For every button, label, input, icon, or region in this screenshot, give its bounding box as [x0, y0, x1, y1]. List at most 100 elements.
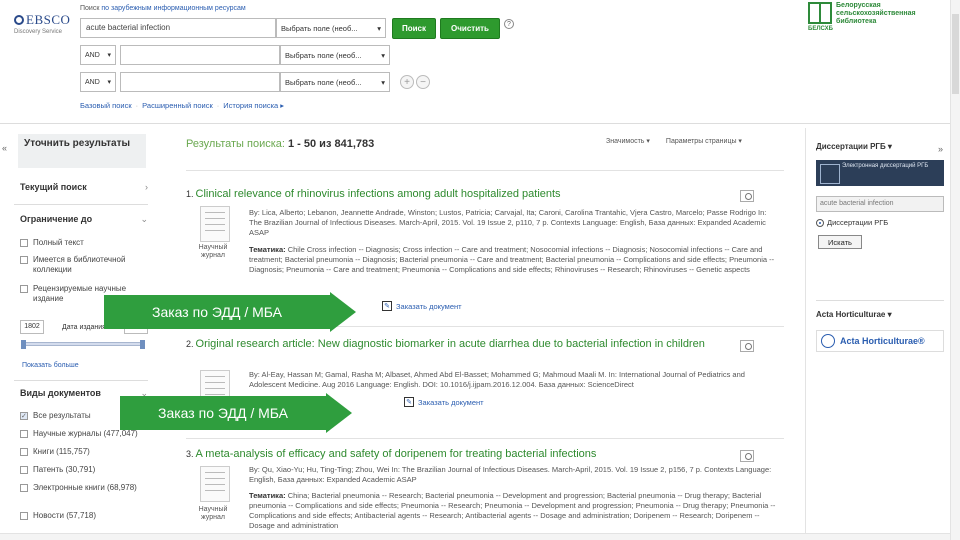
radio-button[interactable]: [816, 218, 824, 227]
relevance-sort-select[interactable]: Значимость ▾: [606, 137, 650, 145]
collapse-right-icon[interactable]: »: [938, 144, 943, 154]
rgb-dissertations-header[interactable]: Диссертации РГБ ▾: [816, 142, 944, 151]
checkbox[interactable]: [20, 256, 28, 264]
limiter-library-collection[interactable]: Имеется в библиотечной коллекции: [20, 255, 148, 275]
preview-icon[interactable]: [740, 340, 754, 352]
result-title[interactable]: 2. Original research article: New diagnos…: [186, 338, 786, 351]
ebsco-logo[interactable]: EBSCO Discovery Service: [14, 12, 74, 35]
rgb-banner[interactable]: Электронная диссертаций РГБ: [816, 160, 944, 186]
page-options-select[interactable]: Параметры страницы ▾: [666, 137, 742, 145]
acta-horticulturae-logo[interactable]: Acta Horticulturae®: [816, 330, 944, 352]
add-row-button[interactable]: +: [400, 75, 414, 89]
library-abbr: БЕЛСХБ: [808, 26, 833, 32]
result-title[interactable]: 3. A meta-analysis of efficacy and safety…: [186, 448, 786, 461]
source-label: Электронные книги (68,978): [33, 483, 137, 492]
search-caption-link[interactable]: по зарубежным информационным ресурсам: [101, 5, 245, 12]
checkbox[interactable]: [20, 239, 28, 247]
order-document-link-1[interactable]: ✎ Заказать документ: [382, 301, 462, 311]
publication-type: Научный журнал: [198, 506, 228, 521]
help-icon[interactable]: ?: [504, 19, 514, 29]
ebsco-tagline: Discovery Service: [14, 29, 63, 35]
search-button[interactable]: Поиск: [392, 17, 436, 39]
journal-thumbnail-icon: [200, 206, 230, 242]
source-patents[interactable]: Патенть (30,791): [20, 465, 148, 475]
basic-search-link[interactable]: Базовый поиск: [80, 101, 132, 110]
remove-row-button[interactable]: −: [416, 75, 430, 89]
preview-icon[interactable]: [740, 450, 754, 462]
radio-label: Диссертации РГБ: [827, 218, 889, 227]
date-label: Дата издания: [62, 323, 106, 331]
vertical-scrollbar[interactable]: [950, 0, 960, 540]
order-label: Заказать документ: [396, 301, 462, 311]
library-logo[interactable]: БЕЛСХБ Белорусская сельскохозяйственная …: [808, 2, 916, 32]
operator-select-3[interactable]: AND ▾: [80, 72, 116, 92]
order-document-link-2[interactable]: ✎ Заказать документ: [404, 397, 484, 407]
right-sidebar: Диссертации РГБ ▾ » Электронная диссерта…: [805, 128, 950, 540]
clear-button[interactable]: Очистить: [440, 17, 500, 39]
subjects-text[interactable]: China; Bacterial pneumonia -- Research; …: [249, 491, 775, 530]
checkbox[interactable]: [20, 512, 28, 520]
sort-options: Значимость ▾ Параметры страницы ▾: [606, 137, 742, 145]
arrow-right-icon: [330, 292, 356, 332]
search-caption-text: Поиск: [80, 5, 100, 12]
current-search-header[interactable]: Текущий поиск ›: [20, 182, 148, 192]
operator-select-2[interactable]: AND ▾: [80, 45, 116, 65]
slider-handle-end[interactable]: [140, 340, 145, 349]
field-select-3[interactable]: Выбрать поле (необ... ▾: [280, 72, 390, 92]
divider: [186, 170, 784, 171]
refine-results-title: Уточнить результаты: [18, 134, 146, 168]
source-news[interactable]: Новости (57,718): [20, 511, 148, 521]
operator-select-3-value: AND: [85, 78, 100, 86]
results-range: 1 - 50 из 841,783: [288, 138, 375, 150]
doc-types-label: Виды документов: [20, 388, 101, 398]
rgb-radio-option[interactable]: Диссертации РГБ: [816, 218, 888, 227]
collapse-left-icon[interactable]: «: [2, 143, 7, 153]
result-title-text[interactable]: Original research article: New diagnosti…: [196, 338, 705, 350]
arrow-right-icon: [326, 393, 352, 433]
checkbox[interactable]: [20, 285, 28, 293]
checkbox[interactable]: [20, 466, 28, 474]
subjects-label: Тематика:: [249, 491, 286, 500]
slider-handle-start[interactable]: [21, 340, 26, 349]
advanced-search-link[interactable]: Расширенный поиск: [142, 101, 213, 110]
preview-icon[interactable]: [740, 190, 754, 202]
limit-to-header[interactable]: Ограничение до ⌄: [20, 214, 148, 225]
source-label: Новости (57,718): [33, 511, 96, 520]
search-input-2[interactable]: [120, 45, 280, 65]
source-books[interactable]: Книги (115,757): [20, 447, 148, 457]
scrollbar-thumb[interactable]: [952, 14, 959, 94]
search-row-3: AND ▾ Выбрать поле (необ... ▾ + −: [80, 72, 430, 92]
chevron-down-icon: ⌄: [140, 214, 148, 224]
ebsco-wordmark: EBSCO: [26, 12, 71, 27]
date-range-slider[interactable]: [21, 340, 145, 349]
current-search-label: Текущий поиск: [20, 182, 87, 192]
result-item-3: 3. A meta-analysis of efficacy and safety…: [186, 448, 786, 530]
checkbox[interactable]: [20, 430, 28, 438]
source-ebooks[interactable]: Электронные книги (68,978): [20, 483, 148, 493]
search-input-3[interactable]: [120, 72, 280, 92]
subjects-text[interactable]: Chile Cross infection -- Diagnosis; Cros…: [249, 245, 774, 274]
result-title[interactable]: 1. Clinical relevance of rhinovirus infec…: [186, 188, 786, 201]
checkbox[interactable]: [20, 448, 28, 456]
source-label: Все результаты: [33, 411, 91, 420]
checkbox[interactable]: [20, 412, 28, 420]
divider: [14, 380, 148, 381]
show-more-link[interactable]: Показать больше: [22, 362, 79, 369]
field-select-2[interactable]: Выбрать поле (необ... ▾: [280, 45, 390, 65]
acta-header[interactable]: Acta Horticulturae ▾: [816, 310, 944, 319]
rgb-search-button[interactable]: Искать: [818, 235, 862, 249]
source-label: Книги (115,757): [33, 447, 90, 456]
horizontal-scrollbar[interactable]: [0, 533, 950, 540]
date-from-input[interactable]: 1802: [20, 320, 44, 334]
limiter-fulltext[interactable]: Полный текст: [20, 238, 148, 248]
result-title-text[interactable]: A meta-analysis of efficacy and safety o…: [196, 448, 597, 460]
search-input-1[interactable]: acute bacterial infection: [80, 18, 276, 38]
checkbox[interactable]: [20, 484, 28, 492]
rgb-search-input[interactable]: acute bacterial infection: [816, 196, 944, 212]
field-select-3-value: Выбрать поле (необ...: [285, 77, 362, 87]
field-select-1[interactable]: Выбрать поле (необ... ▾: [276, 18, 386, 38]
search-history-link[interactable]: История поиска ▸: [223, 101, 284, 110]
result-title-text[interactable]: Clinical relevance of rhinovirus infecti…: [196, 188, 561, 200]
book-icon: [808, 2, 832, 24]
search-caption: Поиск по зарубежным информационным ресур…: [80, 5, 246, 12]
